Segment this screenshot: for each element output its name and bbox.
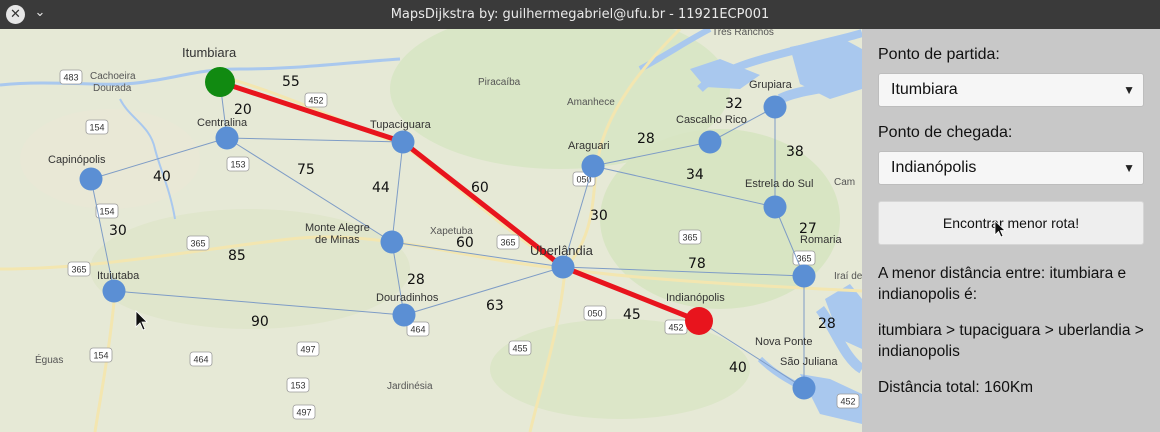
city-label: Cascalho Rico [676,114,747,126]
end-select-value: Indianópolis [891,159,977,176]
city-node[interactable] [102,279,126,303]
edge-weight: 44 [372,180,390,196]
edge-weight: 30 [590,208,608,224]
city-node[interactable] [392,303,416,327]
road-shield-label: 154 [89,123,104,133]
road-shield-label: 365 [796,254,811,264]
city-label: Centralina [197,117,248,129]
start-select-value: Itumbiara [891,81,958,98]
control-panel: Ponto de partida: Itumbiara ▼ Ponto de c… [862,29,1160,432]
place-label: Iraí de [834,271,862,282]
edge-weight: 45 [623,307,641,323]
place-label: Amanhece [567,97,615,108]
place-label: Dourada [93,83,132,94]
city-label: Grupiara [749,79,793,91]
start-label: Ponto de partida: [878,46,1000,63]
city-label: Itumbiara [182,45,237,60]
result-intro: A menor distância entre: itumbiara e ind… [878,265,1127,303]
edge-weight: 40 [729,360,747,376]
city-label: Araguari [568,140,610,152]
end-label: Ponto de chegada: [878,124,1013,141]
city-label: Tupaciguara [370,119,432,131]
edge-weight: 55 [282,74,300,90]
city-label: São Juliana [780,356,838,368]
city-label: Monte Alegre [305,222,370,234]
edge-weight: 34 [686,167,704,183]
road-shield-label: 483 [63,73,78,83]
city-node[interactable] [79,167,103,191]
edge-weight: 20 [234,102,252,118]
road-shield-label: 365 [682,233,697,243]
place-label: Jardinésia [387,381,433,392]
road-shield-label: 455 [512,344,527,354]
city-node[interactable] [380,230,404,254]
place-label: Cam [834,177,855,188]
edge-weight: 78 [688,256,706,272]
end-select[interactable]: Indianópolis ▼ [878,151,1144,185]
mouse-cursor-icon [994,220,1007,238]
edge-weight: 75 [297,162,315,178]
road-shield-label: 365 [71,265,86,275]
chevron-down-icon: ▼ [1123,161,1135,175]
road-shield-label: 452 [668,323,683,333]
chevron-down-icon: ▼ [1123,83,1135,97]
map-canvas[interactable]: 483 154 153 452 154 365 365 154 464 153 464 497 497 3… [0,29,862,432]
edge-weight: 90 [251,314,269,330]
city-node[interactable] [698,130,722,154]
city-node[interactable] [763,95,787,119]
edge-weight: 28 [407,272,425,288]
city-node[interactable] [581,154,605,178]
road-shield-label: 365 [500,238,515,248]
edge-weight: 40 [153,169,171,185]
edge-weight: 60 [456,235,474,251]
edge-weight: 85 [228,248,246,264]
road-shield-label: 153 [290,381,305,391]
place-label: Piracaíba [478,77,521,88]
city-label: Douradinhos [376,292,439,304]
end-node[interactable] [685,307,713,335]
find-route-button[interactable]: Encontrar menor rota! [878,201,1144,245]
place-label: Éguas [35,353,63,366]
city-label: Capinópolis [48,154,106,166]
road-shield-label: 464 [193,355,208,365]
place-label: Cachoeira [90,71,136,82]
edge-weight: 28 [637,131,655,147]
title-bar: ✕ ⌄ MapsDijkstra by: guilhermegabriel@uf… [0,0,1160,29]
edge-weight: 38 [786,144,804,160]
place-label: Três Ranchos [712,29,774,38]
city-node[interactable] [215,126,239,150]
result-route: itumbiara > tupaciguara > uberlandia > i… [878,322,1144,360]
road-shield-label: 154 [99,207,114,217]
city-label: Nova Ponte [755,336,812,348]
city-label: Romaria [800,234,842,246]
edge-weight: 63 [486,298,504,314]
city-node[interactable] [551,255,575,279]
edge-weight: 30 [109,223,127,239]
road-shield-label: 497 [296,408,311,418]
edge-weight: 32 [725,96,743,112]
road-shield-label: 365 [190,239,205,249]
city-label: de Minas [315,234,360,246]
map-view[interactable]: 483 154 153 452 154 365 365 154 464 153 464 497 497 3… [0,29,862,432]
start-select[interactable]: Itumbiara ▼ [878,73,1144,107]
city-label: Indianópolis [666,292,725,304]
city-node[interactable] [792,376,816,400]
start-node[interactable] [205,67,235,97]
result-total: Distância total: 160Km [878,379,1034,396]
edge-weight: 28 [818,316,836,332]
city-label: Estrela do Sul [745,178,813,190]
road-shield-label: 154 [93,351,108,361]
road-shield-label: 497 [300,345,315,355]
road-shield-label: 452 [840,397,855,407]
road-shield-label: 452 [308,96,323,106]
city-node[interactable] [391,130,415,154]
road-shield-label: 050 [587,309,602,319]
road-shield-label: 153 [230,160,245,170]
road-shield-label: 464 [410,325,425,335]
city-node[interactable] [763,195,787,219]
edge-weight: 60 [471,180,489,196]
window-title: MapsDijkstra by: guilhermegabriel@ufu.br… [390,7,770,22]
city-label: Ituiutaba [97,270,140,282]
city-node[interactable] [792,264,816,288]
